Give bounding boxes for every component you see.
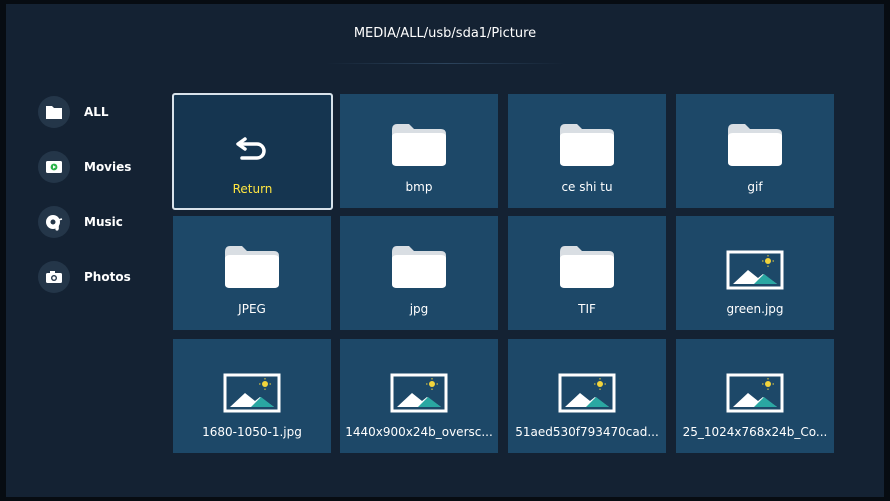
sidebar-item-label: Music [84, 215, 123, 229]
tile-label: green.jpg [726, 302, 784, 316]
sidebar-item-all[interactable]: ALL [38, 95, 158, 129]
sidebar-item-music[interactable]: Music [38, 205, 158, 239]
image-tile[interactable]: 51aed530f793470cad... [508, 339, 666, 453]
image-tile[interactable]: 1440x900x24b_oversc... [340, 339, 498, 453]
tile-label: JPEG [238, 302, 266, 316]
tile-label: 1680-1050-1.jpg [202, 425, 302, 439]
title-divider [326, 63, 566, 64]
folder-icon [557, 242, 617, 294]
image-tile[interactable]: 25_1024x768x24b_Co... [676, 339, 834, 453]
tile-label: ce shi tu [561, 180, 613, 194]
folder-icon [557, 120, 617, 172]
folder-tile[interactable]: gif [676, 94, 834, 208]
folder-icon [389, 120, 449, 172]
sidebar-item-photos[interactable]: Photos [38, 260, 158, 294]
tile-label: 25_1024x768x24b_Co... [682, 425, 828, 439]
tile-label: Return [232, 182, 273, 196]
image-icon [726, 373, 784, 417]
tile-label: jpg [409, 302, 429, 316]
tile-label: bmp [405, 180, 433, 194]
image-icon [390, 373, 448, 417]
sidebar-item-label: Photos [84, 270, 131, 284]
folder-icon [389, 242, 449, 294]
image-icon [223, 373, 281, 417]
folder-icon [38, 96, 70, 128]
folder-tile[interactable]: TIF [508, 216, 666, 330]
tile-label: gif [747, 180, 763, 194]
sidebar-item-label: ALL [84, 105, 109, 119]
tile-label: 1440x900x24b_oversc... [345, 425, 493, 439]
path-title: MEDIA/ALL/usb/sda1/Picture [353, 26, 537, 41]
folder-tile[interactable]: JPEG [173, 216, 331, 330]
movie-icon [38, 151, 70, 183]
folder-tile[interactable]: jpg [340, 216, 498, 330]
sidebar-item-movies[interactable]: Movies [38, 150, 158, 184]
image-tile[interactable]: 1680-1050-1.jpg [173, 339, 331, 453]
tile-label: 51aed530f793470cad... [515, 425, 659, 439]
image-icon [726, 250, 784, 294]
tile-label: TIF [578, 302, 596, 316]
folder-icon [222, 242, 282, 294]
media-browser-screen: MEDIA/ALL/usb/sda1/Picture ALL Movies Mu… [6, 4, 884, 497]
music-icon [38, 206, 70, 238]
image-tile[interactable]: green.jpg [676, 216, 834, 330]
return-icon [233, 131, 273, 171]
folder-tile[interactable]: ce shi tu [508, 94, 666, 208]
return-tile[interactable]: Return [172, 93, 333, 210]
sidebar-item-label: Movies [84, 160, 132, 174]
folder-tile[interactable]: bmp [340, 94, 498, 208]
image-icon [558, 373, 616, 417]
folder-icon [725, 120, 785, 172]
camera-icon [38, 261, 70, 293]
